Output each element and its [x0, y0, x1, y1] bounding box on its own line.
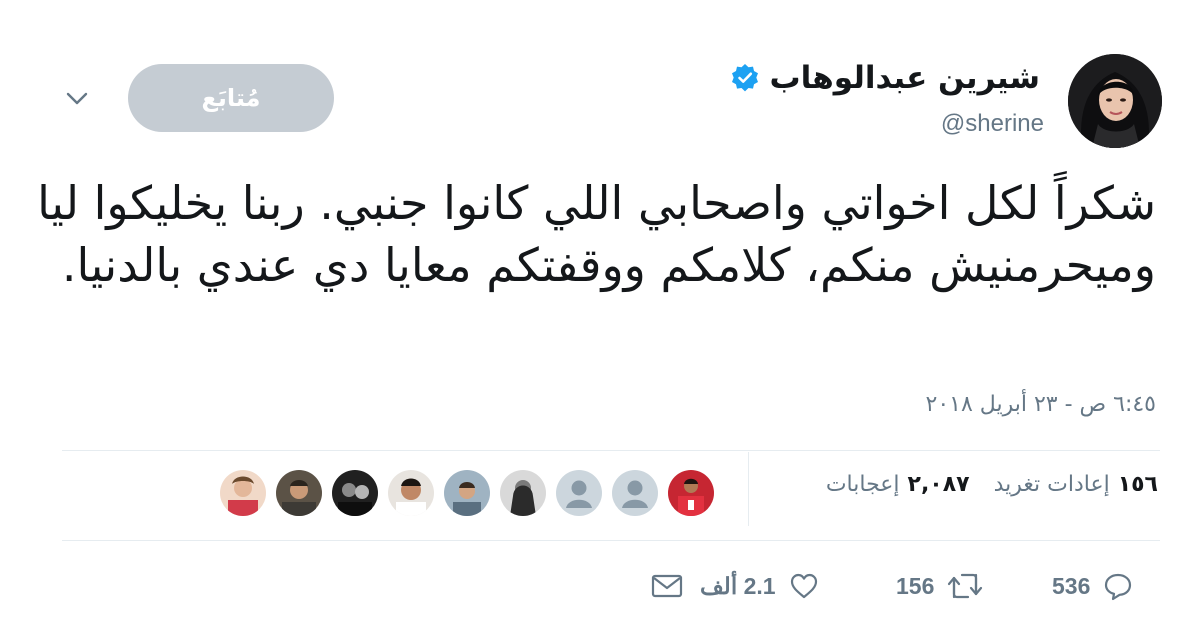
- retweet-icon: [946, 570, 984, 602]
- like-icon: [788, 570, 820, 602]
- liker-avatar[interactable]: [668, 470, 714, 516]
- author-name[interactable]: شيرين عبدالوهاب: [770, 60, 1040, 96]
- message-button[interactable]: [650, 564, 684, 608]
- likes-label: إعجابات: [825, 472, 900, 497]
- retweet-count: 156: [896, 572, 935, 599]
- reply-count: 536: [1052, 572, 1091, 599]
- chevron-down-icon[interactable]: [62, 86, 92, 110]
- divider-top: [62, 450, 1160, 451]
- liker-avatar[interactable]: [332, 470, 378, 516]
- retweet-button[interactable]: 156: [896, 564, 984, 608]
- retweets-stat[interactable]: ١٥٦ إعادات تغريد: [994, 472, 1158, 497]
- likes-count: ٢,٠٨٧: [907, 472, 970, 497]
- liker-avatar[interactable]: [388, 470, 434, 516]
- likes-stat[interactable]: ٢,٠٨٧ إعجابات: [826, 472, 970, 497]
- message-icon: [650, 570, 684, 602]
- following-button[interactable]: مُتابَع: [128, 64, 334, 132]
- reply-icon: [1102, 570, 1134, 602]
- liker-avatar[interactable]: [220, 470, 266, 516]
- divider-bottom: [62, 540, 1160, 541]
- tweet-card: شيرين عبدالوهاب @sherine مُتابَع شكراً ل…: [0, 0, 1200, 632]
- retweets-count: ١٥٦: [1117, 472, 1158, 497]
- stats-separator: [748, 452, 749, 526]
- verified-badge-icon: [730, 63, 760, 93]
- tweet-text: شكراً لكل اخواتي واصحابي اللي كانوا جنبي…: [37, 176, 1156, 292]
- author-name-row[interactable]: شيرين عبدالوهاب: [730, 60, 1040, 96]
- default-avatar-icon[interactable]: [612, 470, 658, 516]
- author-handle[interactable]: @sherine: [941, 110, 1044, 138]
- liker-avatar[interactable]: [444, 470, 490, 516]
- retweets-label: إعادات تغريد: [993, 472, 1110, 497]
- liker-avatar[interactable]: [276, 470, 322, 516]
- author-avatar[interactable]: [1068, 54, 1162, 148]
- tweet-stats: ١٥٦ إعادات تغريد ٢,٠٨٧ إعجابات: [826, 472, 1158, 497]
- like-button[interactable]: 2.1 ألف: [700, 564, 820, 608]
- liker-avatar[interactable]: [500, 470, 546, 516]
- likers-avatars: [220, 470, 714, 516]
- reply-button[interactable]: 536: [1052, 564, 1134, 608]
- tweet-timestamp[interactable]: ٦:٤٥ ص - ٢٣ أبريل ٢٠١٨: [926, 392, 1156, 417]
- tweet-actions: 536 156 2.1 ألف: [0, 564, 1200, 608]
- like-count: 2.1 ألف: [700, 572, 776, 599]
- default-avatar-icon[interactable]: [556, 470, 602, 516]
